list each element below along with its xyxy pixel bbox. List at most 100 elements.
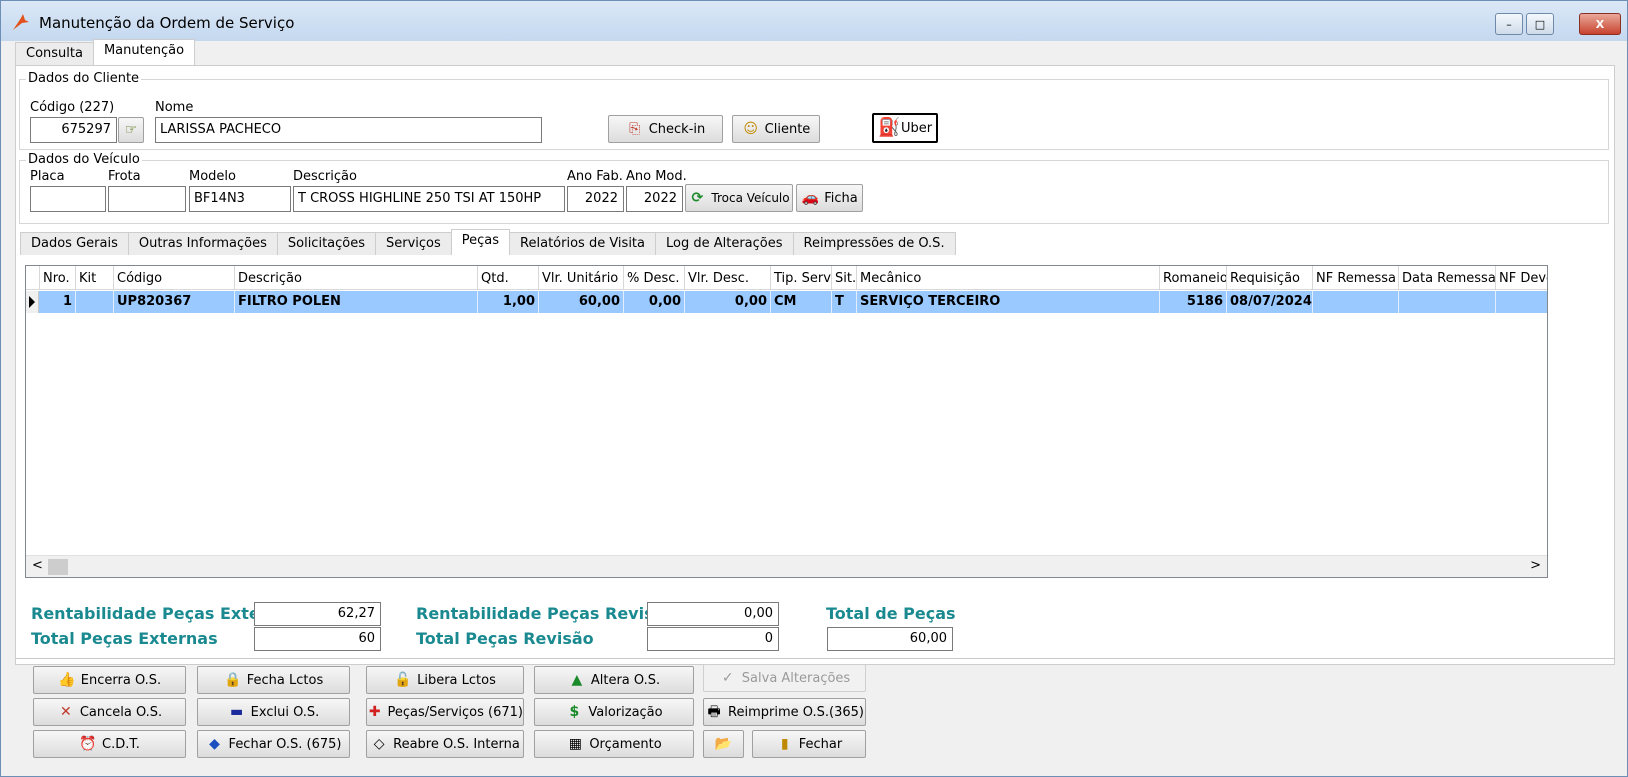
checkin-button[interactable]: ⎘ Check-in: [608, 115, 723, 143]
cell-nf-remessa[interactable]: [1313, 291, 1399, 313]
col-perc-desc[interactable]: % Desc.: [624, 266, 685, 289]
codigo-field[interactable]: 675297: [30, 117, 117, 143]
altera-label: Altera O.S.: [590, 672, 661, 688]
tab-relatorios-visita[interactable]: Relatórios de Visita: [509, 232, 656, 255]
cell-nf-devo[interactable]: [1496, 291, 1547, 313]
placa-field[interactable]: [30, 186, 106, 212]
scroll-thumb[interactable]: [48, 559, 68, 575]
scroll-right-icon[interactable]: >: [1530, 558, 1541, 573]
ano-fab-field[interactable]: 2022: [567, 186, 624, 212]
altera-os-button[interactable]: ▲ Altera O.S.: [534, 666, 694, 694]
calculator-icon: ▦: [568, 736, 582, 752]
app-logo-icon: [13, 14, 29, 30]
encerra-os-button[interactable]: 👍 Encerra O.S.: [33, 666, 186, 694]
cell-tip-serv[interactable]: CM: [771, 291, 832, 313]
fechar-os-button[interactable]: ◆ Fechar O.S. (675): [197, 730, 350, 758]
cell-data-remessa[interactable]: [1399, 291, 1496, 313]
col-nf-devo[interactable]: NF Devo: [1496, 266, 1547, 289]
cell-mecanico[interactable]: SERVIÇO TERCEIRO: [857, 291, 1160, 313]
exit-door-icon: ▮: [780, 736, 789, 752]
col-vlr-desc[interactable]: Vlr. Desc.: [685, 266, 771, 289]
uber-button[interactable]: ⛽ Uber: [872, 113, 938, 143]
tab-pecas[interactable]: Peças: [450, 229, 511, 255]
total-pecas-label: Total de Peças: [826, 604, 956, 623]
salva-alteracoes-button[interactable]: ✓ Salva Alterações: [703, 664, 866, 692]
tab-dados-gerais[interactable]: Dados Gerais: [20, 232, 129, 255]
col-tip-serv[interactable]: Tip. Serv.: [771, 266, 832, 289]
cliente-button[interactable]: ☺ Cliente: [732, 115, 820, 143]
cell-vlr-unitario[interactable]: 60,00: [539, 291, 624, 313]
cell-nro[interactable]: 1: [40, 291, 76, 313]
cell-sit[interactable]: T: [832, 291, 857, 313]
tab-servicos[interactable]: Serviços: [375, 232, 452, 255]
fecha-lctos-label: Fecha Lctos: [246, 672, 324, 688]
modelo-label: Modelo: [189, 169, 236, 184]
pecas-grid[interactable]: Nro. Kit Código Descrição Qtd. Vlr. Unit…: [25, 265, 1548, 578]
col-vlr-unitario[interactable]: Vlr. Unitário: [539, 266, 624, 289]
exclui-os-button[interactable]: ▬ Exclui O.S.: [197, 698, 350, 726]
cell-vlr-desc[interactable]: 0,00: [685, 291, 771, 313]
nome-field[interactable]: LARISSA PACHECO: [155, 117, 542, 143]
libera-lctos-button[interactable]: 🔓 Libera Lctos: [366, 666, 524, 694]
col-nf-remessa[interactable]: NF Remessa: [1313, 266, 1399, 289]
col-kit[interactable]: Kit: [76, 266, 114, 289]
open-folder-button[interactable]: 📂: [703, 730, 744, 758]
placa-label: Placa: [30, 169, 65, 184]
col-descricao[interactable]: Descrição: [235, 266, 478, 289]
valorizacao-button[interactable]: $ Valorização: [534, 698, 694, 726]
horizontal-scrollbar[interactable]: < >: [26, 555, 1547, 577]
cell-kit[interactable]: [76, 291, 114, 313]
minus-icon: ▬: [230, 704, 244, 720]
tab-log-alteracoes[interactable]: Log de Alterações: [655, 232, 794, 255]
troca-veiculo-button[interactable]: ⟳ Troca Veículo: [685, 184, 793, 212]
ficha-button[interactable]: 🚗 Ficha: [796, 184, 863, 212]
frota-field[interactable]: [108, 186, 186, 212]
col-nro[interactable]: Nro.: [40, 266, 76, 289]
tab-consulta[interactable]: Consulta: [15, 42, 94, 65]
printer-icon: 🖶: [707, 704, 721, 720]
cell-qtd[interactable]: 1,00: [478, 291, 539, 313]
scroll-left-icon[interactable]: <: [32, 558, 43, 573]
pecas-servicos-button[interactable]: ✚ Peças/Serviços (671): [366, 698, 524, 726]
cancela-os-button[interactable]: ✕ Cancela O.S.: [33, 698, 186, 726]
cdt-label: C.D.T.: [102, 736, 140, 752]
nome-label: Nome: [155, 100, 194, 115]
check-icon: ✓: [721, 670, 734, 686]
col-data-remessa[interactable]: Data Remessa: [1399, 266, 1496, 289]
uber-label: Uber: [900, 120, 933, 136]
cell-perc-desc[interactable]: 0,00: [624, 291, 685, 313]
cell-requisicao[interactable]: 08/07/2024: [1227, 291, 1313, 313]
libera-lctos-label: Libera Lctos: [417, 672, 496, 688]
col-romaneio[interactable]: Romaneio: [1160, 266, 1227, 289]
col-requisicao[interactable]: Requisição: [1227, 266, 1313, 289]
reimprime-os-button[interactable]: 🖶 Reimprime O.S.(365): [703, 698, 866, 726]
col-sit[interactable]: Sit.: [832, 266, 857, 289]
search-cliente-button[interactable]: ☞: [118, 117, 144, 143]
orcamento-button[interactable]: ▦ Orçamento: [534, 730, 694, 758]
fechar-button[interactable]: ▮ Fechar: [752, 730, 866, 758]
col-qtd[interactable]: Qtd.: [478, 266, 539, 289]
descricao-field[interactable]: T CROSS HIGHLINE 250 TSI AT 150HP: [293, 186, 565, 212]
close-button[interactable]: X: [1579, 13, 1621, 35]
tab-solicitacoes[interactable]: Solicitações: [276, 232, 376, 255]
col-mecanico[interactable]: Mecânico: [857, 266, 1160, 289]
col-codigo[interactable]: Código: [114, 266, 235, 289]
tab-reimpressoes[interactable]: Reimpressões de O.S.: [792, 232, 956, 255]
modelo-field[interactable]: BF14N3: [189, 186, 291, 212]
minimize-button[interactable]: –: [1495, 13, 1523, 35]
tab-manutencao[interactable]: Manutenção: [92, 39, 196, 65]
table-row[interactable]: 1 UP820367 FILTRO POLEN 1,00 60,00 0,00 …: [26, 291, 1547, 313]
cell-romaneio[interactable]: 5186: [1160, 291, 1227, 313]
cdt-button[interactable]: ⏰ C.D.T.: [33, 730, 186, 758]
cell-descricao[interactable]: FILTRO POLEN: [235, 291, 478, 313]
maximize-button[interactable]: □: [1526, 13, 1554, 35]
ano-mod-field[interactable]: 2022: [626, 186, 683, 212]
open-book-icon: ◇: [373, 736, 385, 752]
cell-codigo[interactable]: UP820367: [114, 291, 235, 313]
total-revisao-value: 0: [647, 627, 779, 651]
reabre-os-interna-button[interactable]: ◇ Reabre O.S. Interna: [366, 730, 524, 758]
troca-veiculo-label: Troca Veículo: [711, 191, 790, 205]
fecha-lctos-button[interactable]: 🔒 Fecha Lctos: [197, 666, 350, 694]
tab-outras-informacoes[interactable]: Outras Informações: [127, 232, 278, 255]
checkin-label: Check-in: [648, 121, 706, 137]
